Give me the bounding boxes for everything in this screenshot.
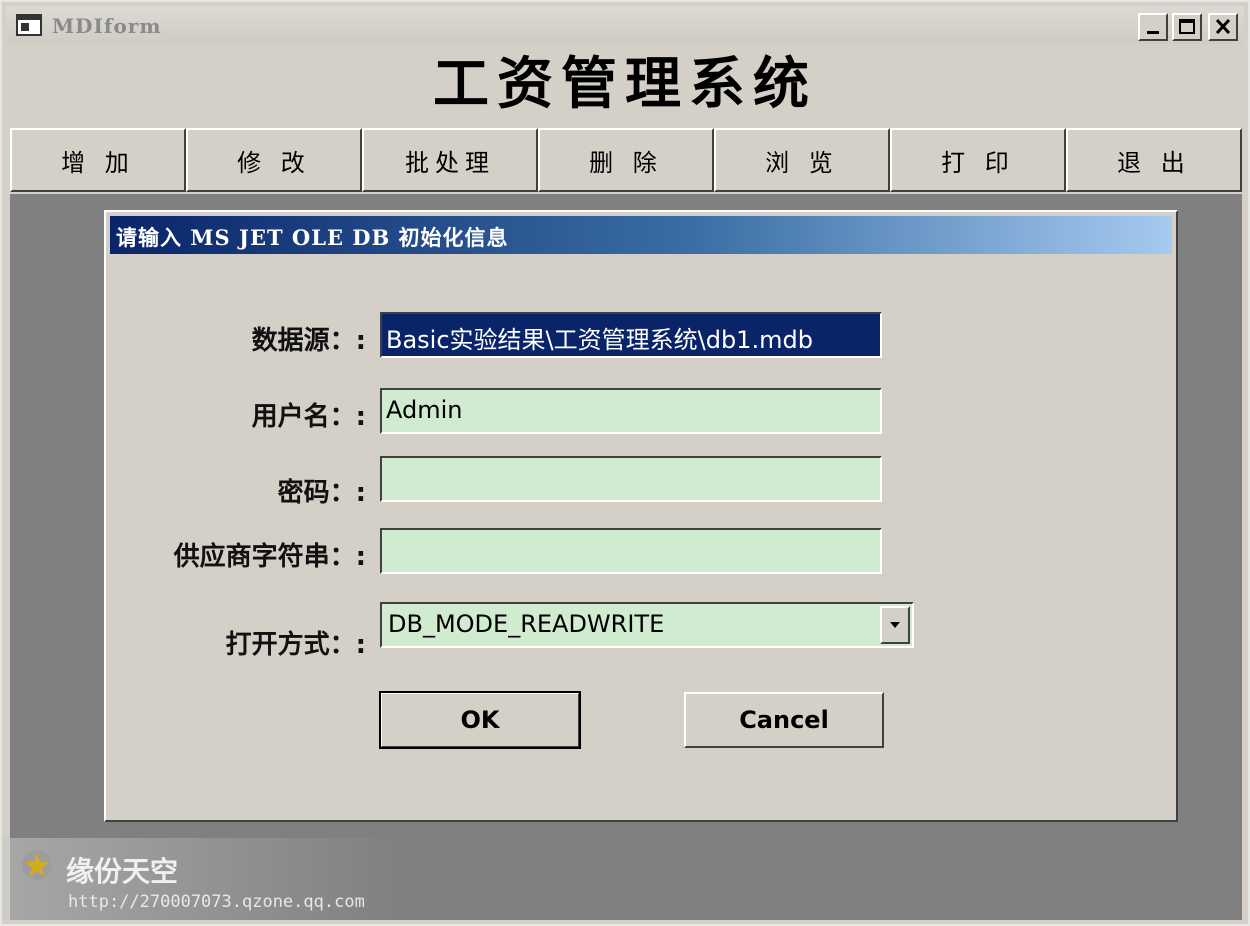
minimize-button[interactable] <box>1138 13 1168 41</box>
app-heading: 工资管理系统 <box>433 51 817 117</box>
maximize-icon <box>1179 19 1195 34</box>
toolbar: 增 加 修 改 批处理 删 除 浏 览 打 印 退 出 <box>10 128 1242 192</box>
batch-button[interactable]: 批处理 <box>362 128 538 192</box>
watermark-logo-icon <box>20 848 54 882</box>
username-label: 用户名：: <box>251 402 366 432</box>
ok-button[interactable]: OK <box>379 691 581 749</box>
minimize-icon <box>1147 31 1159 34</box>
password-label: 密码：: <box>277 478 366 508</box>
window-app-icon[interactable] <box>16 14 42 36</box>
username-field[interactable]: Admin <box>380 388 882 434</box>
watermark: 缘份天空 http://270007073.qzone.qq.com <box>2 838 402 920</box>
add-button[interactable]: 增 加 <box>10 128 186 192</box>
datasource-value: Basic实验结果\工资管理系统\db1.mdb <box>386 326 813 354</box>
open-mode-value: DB_MODE_READWRITE <box>388 610 665 638</box>
datasource-label: 数据源：: <box>251 326 366 356</box>
header-area: 工资管理系统 <box>6 44 1244 128</box>
provider-string-label: 供应商字符串：: <box>173 542 366 572</box>
print-button[interactable]: 打 印 <box>890 128 1066 192</box>
password-field[interactable] <box>380 456 882 502</box>
main-window: MDIform 工资管理系统 增 加 修 改 批处理 删 除 浏 览 打 印 退… <box>0 0 1250 926</box>
cancel-button[interactable]: Cancel <box>684 692 884 748</box>
provider-string-field[interactable] <box>380 528 882 574</box>
browse-button[interactable]: 浏 览 <box>714 128 890 192</box>
close-icon <box>1215 18 1231 35</box>
open-mode-label: 打开方式：: <box>225 630 366 660</box>
dialog-title-bar[interactable]: 请输入 MS JET OLE DB 初始化信息 <box>110 216 1172 254</box>
open-mode-dropdown-button[interactable] <box>880 606 910 644</box>
window-title: MDIform <box>52 14 162 38</box>
watermark-name: 缘份天空 <box>66 855 179 888</box>
open-mode-select[interactable]: DB_MODE_READWRITE <box>380 602 914 648</box>
title-bar[interactable]: MDIform <box>6 6 1244 44</box>
ole-db-init-dialog: 请输入 MS JET OLE DB 初始化信息 数据源：: Basic实验结果\… <box>104 210 1178 822</box>
close-button[interactable] <box>1208 13 1238 41</box>
modify-button[interactable]: 修 改 <box>186 128 362 192</box>
datasource-field[interactable]: Basic实验结果\工资管理系统\db1.mdb <box>380 312 882 358</box>
exit-button[interactable]: 退 出 <box>1066 128 1242 192</box>
maximize-button[interactable] <box>1172 13 1202 41</box>
delete-button[interactable]: 删 除 <box>538 128 714 192</box>
dialog-title: 请输入 MS JET OLE DB 初始化信息 <box>116 225 509 250</box>
chevron-down-icon <box>890 622 900 628</box>
watermark-url: http://270007073.qzone.qq.com <box>68 892 365 912</box>
